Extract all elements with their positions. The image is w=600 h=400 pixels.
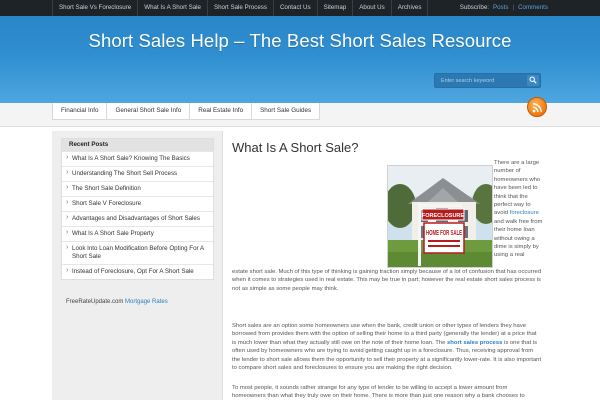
top-nav-what-is-a-short-sale[interactable]: What Is A Short Sale xyxy=(138,0,208,16)
sidebar-credit: FreeRateUpdate.com Mortgage Rates xyxy=(66,299,168,305)
subscribe-links: Subscribe: Posts | Comments xyxy=(460,0,548,16)
house-photo: FORECLOSURE HOME FOR SALE xyxy=(388,166,492,267)
intro-bottom-text: estate short sale. Much of this type of … xyxy=(232,269,542,292)
foreclosure-house-image: FORECLOSURE HOME FOR SALE xyxy=(387,165,493,268)
subscribe-separator: | xyxy=(512,4,515,11)
cat-general-short-sale-info[interactable]: General Short Sale Info xyxy=(107,103,191,120)
subscribe-label: Subscribe: xyxy=(459,4,489,11)
top-nav-short-sale-vs-foreclosure[interactable]: Short Sale Vs Foreclosure xyxy=(52,0,139,16)
intro-side-part1: There are a large number of homeowners w… xyxy=(494,160,541,217)
recent-post-item[interactable]: What Is A Short Sale Property xyxy=(62,226,213,241)
recent-posts-widget: Recent Posts What Is A Short Sale? Knowi… xyxy=(61,138,214,280)
foreclosure-link[interactable]: foreclosure xyxy=(510,210,539,216)
comments-feed-link[interactable]: Comments xyxy=(518,0,548,16)
recent-post-item[interactable]: Advantages and Disadvantages of Short Sa… xyxy=(62,211,213,226)
article-paragraph-3: To most people, it sounds rather strange… xyxy=(232,385,525,400)
search-button[interactable] xyxy=(527,75,539,86)
cat-real-estate-info[interactable]: Real Estate Info xyxy=(190,103,253,120)
search-icon xyxy=(529,76,537,84)
recent-post-item[interactable]: The Short Sale Definition xyxy=(62,181,213,196)
top-nav-archives[interactable]: Archives xyxy=(392,0,429,16)
intro-side-text: There are a large number of homeowners w… xyxy=(494,159,544,260)
credit-text: FreeRateUpdate.com xyxy=(66,299,124,305)
top-bar: Short Sale Vs Foreclosure What Is A Shor… xyxy=(0,0,600,16)
top-nav-sitemap[interactable]: Sitemap xyxy=(318,0,354,16)
recent-post-item[interactable]: What Is A Short Sale? Knowing The Basics xyxy=(62,151,213,166)
sidebar: Recent Posts What Is A Short Sale? Knowi… xyxy=(52,131,223,400)
recent-posts-list: What Is A Short Sale? Knowing The Basics… xyxy=(62,151,213,279)
cat-short-sale-guides[interactable]: Short Sale Guides xyxy=(252,103,321,120)
short-sales-process-link[interactable]: short sales process xyxy=(447,340,502,346)
recent-post-item[interactable]: Short Sale V Foreclosure xyxy=(62,196,213,211)
recent-post-item[interactable]: Look Into Loan Modification Before Optin… xyxy=(62,241,213,264)
post-title[interactable]: What Is A Short Sale? xyxy=(232,140,358,155)
search-box xyxy=(434,73,541,88)
mortgage-rates-link[interactable]: Mortgage Rates xyxy=(125,299,168,305)
article: What Is A Short Sale? FORECLOSURE HOME F… xyxy=(232,131,542,400)
sign-home-for-sale-text: HOME FOR SALE xyxy=(426,230,462,237)
recent-post-item[interactable]: Instead of Foreclosure, Opt For A Short … xyxy=(62,264,213,279)
cat-financial-info[interactable]: Financial Info xyxy=(52,103,108,120)
recent-post-item[interactable]: Understanding The Short Sell Process xyxy=(62,166,213,181)
site-title[interactable]: Short Sales Help – The Best Short Sales … xyxy=(0,30,600,52)
top-nav-about-us[interactable]: About Us xyxy=(353,0,392,16)
top-nav-contact-us[interactable]: Contact Us xyxy=(274,0,318,16)
site-header: Short Sales Help – The Best Short Sales … xyxy=(0,16,600,103)
sign-foreclosure-text: FORECLOSURE xyxy=(422,213,465,219)
category-nav: Financial Info General Short Sale Info R… xyxy=(0,103,600,127)
top-nav-short-sale-process[interactable]: Short Sale Process xyxy=(208,0,274,16)
top-nav: Short Sale Vs Foreclosure What Is A Shor… xyxy=(52,0,429,16)
recent-posts-title: Recent Posts xyxy=(62,139,213,151)
posts-feed-link[interactable]: Posts xyxy=(493,0,508,16)
search-input[interactable] xyxy=(435,74,527,87)
rss-icon[interactable] xyxy=(527,97,547,117)
article-paragraph-2: Short sales are an option some homeowner… xyxy=(232,322,542,372)
intro-side-part2: and walk free from their home loan witho… xyxy=(494,218,543,259)
rss-glyph xyxy=(532,103,542,113)
